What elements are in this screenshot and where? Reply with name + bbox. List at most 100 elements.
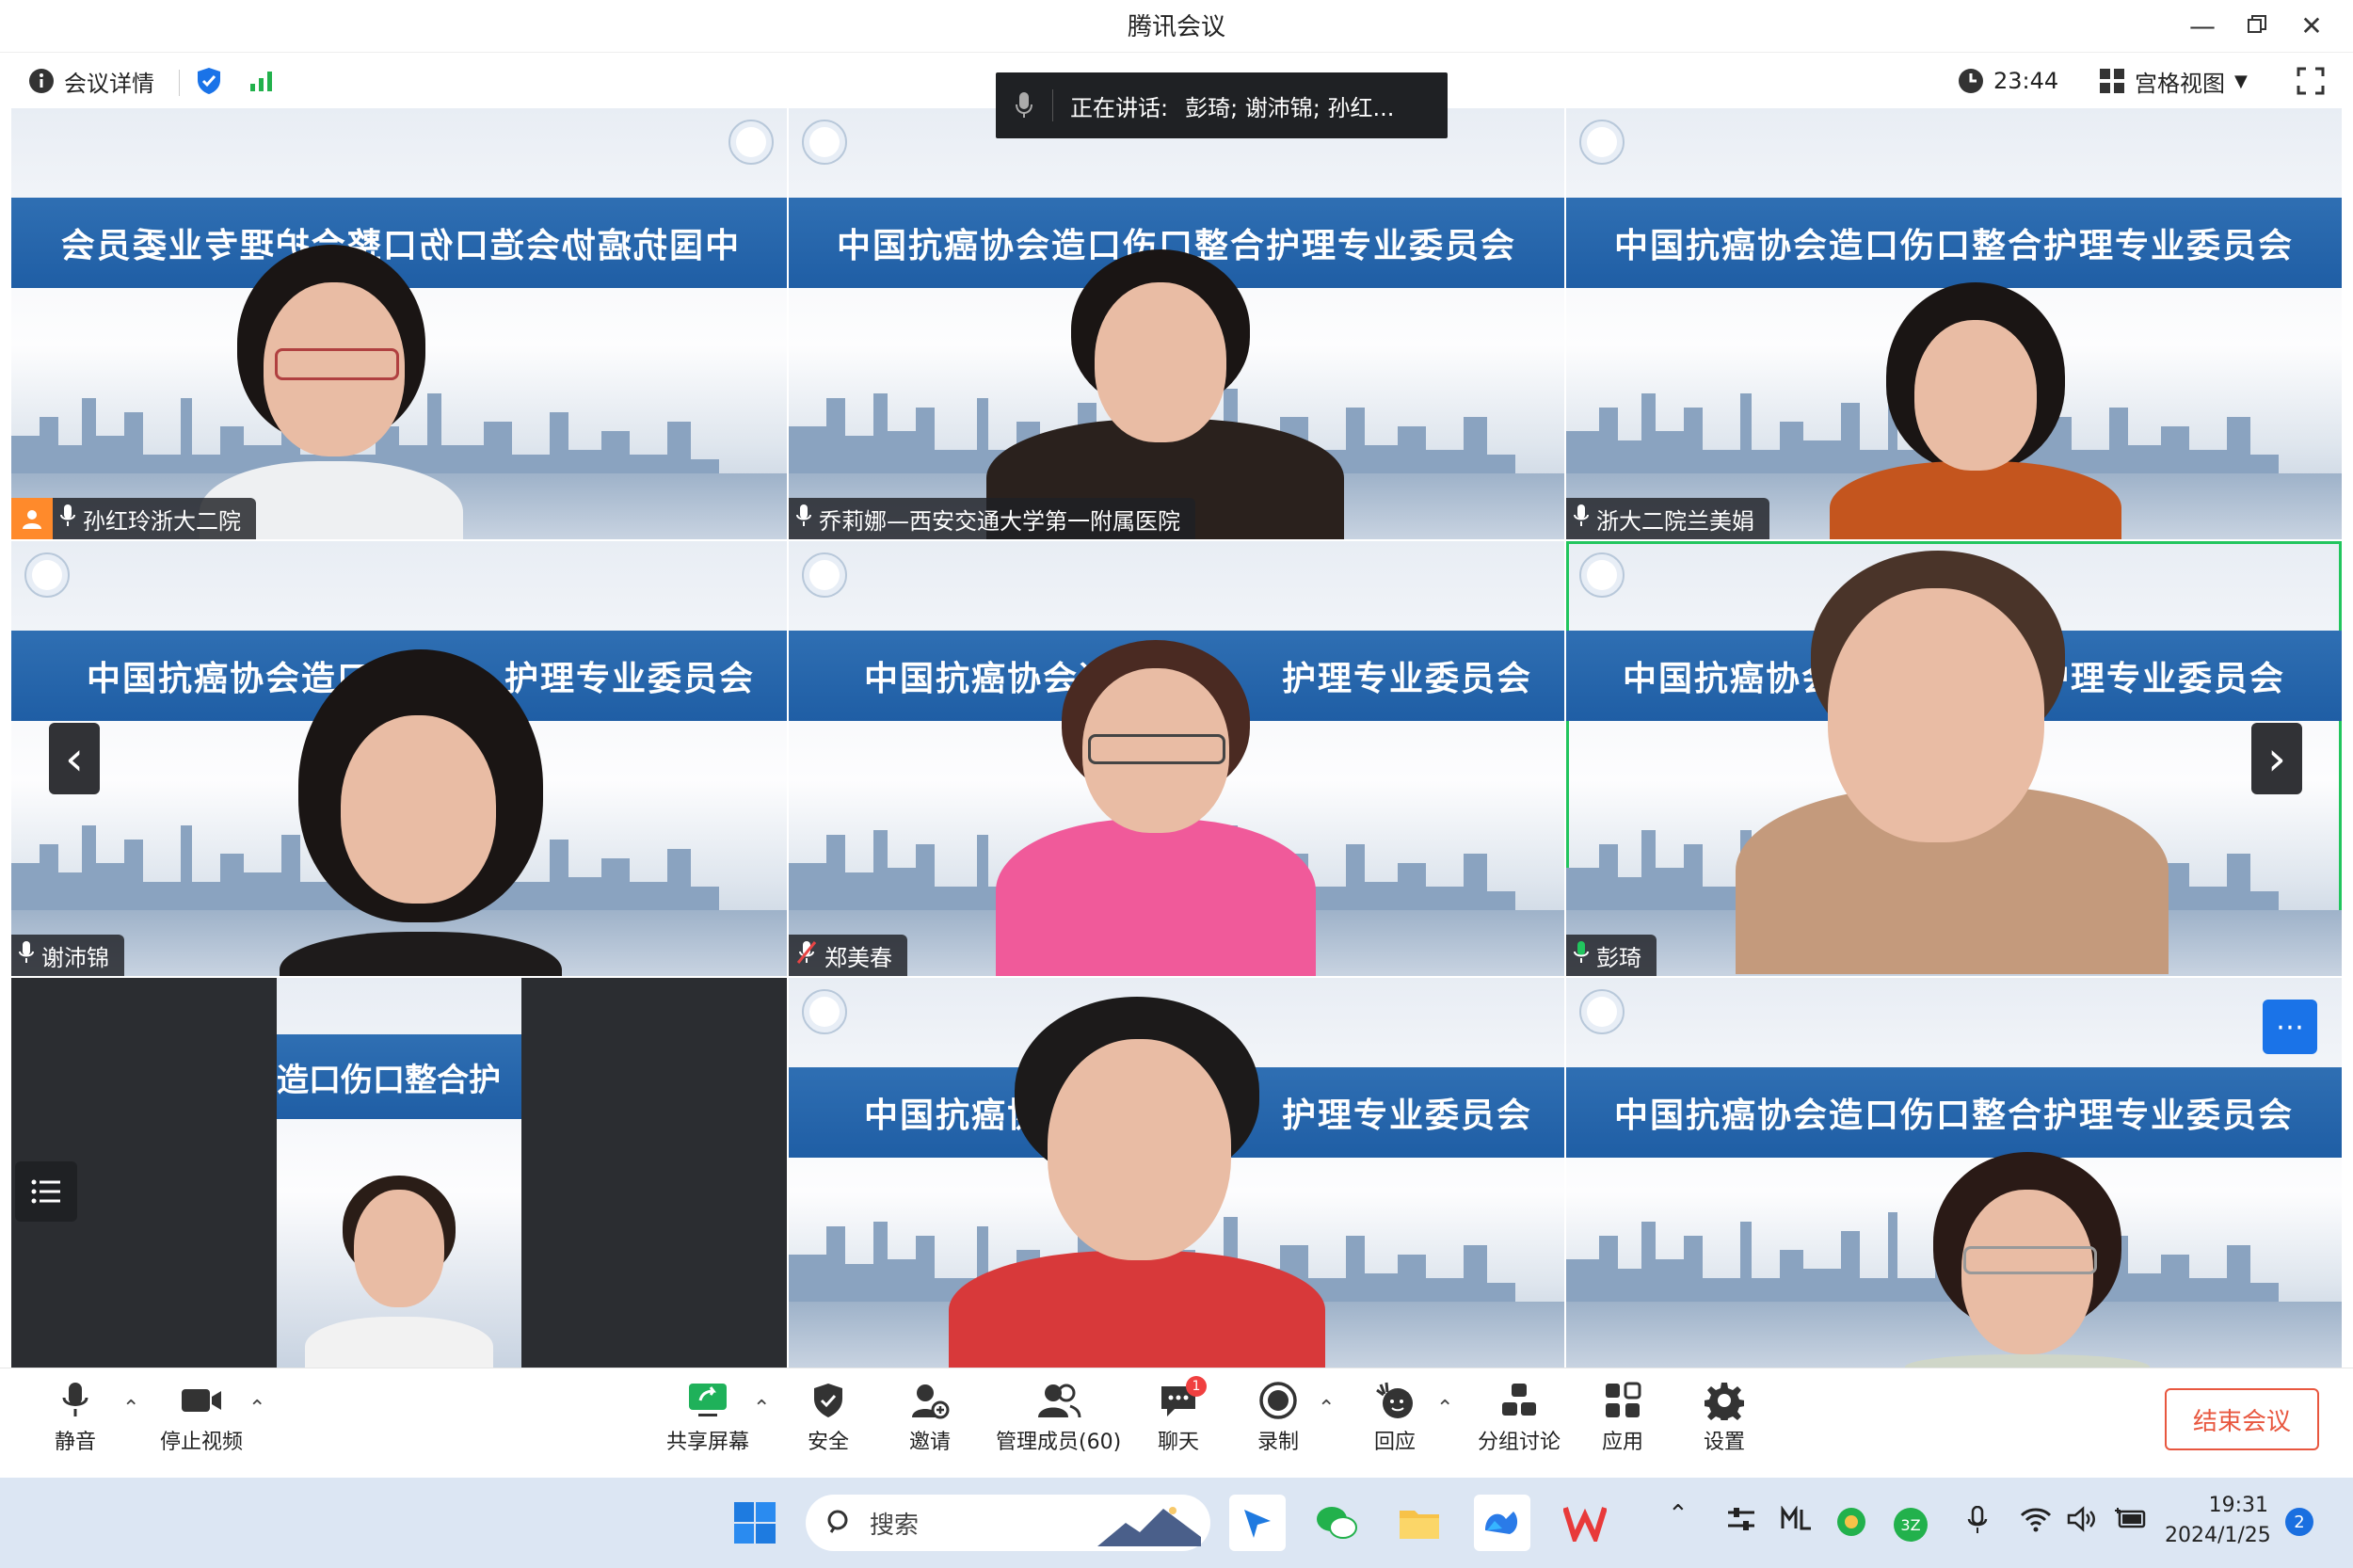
manage-members-button[interactable]: 管理成员(60) xyxy=(996,1376,1121,1455)
security-app-icon[interactable] xyxy=(1835,1506,1867,1544)
video-tile[interactable]: 中国抗癌协会造口 护理专业委员会 郑美春 xyxy=(789,541,1564,976)
association-logo xyxy=(802,120,847,165)
folder-icon[interactable] xyxy=(1391,1495,1448,1551)
title-bar: 腾讯会议 — ✕ xyxy=(0,0,2353,52)
app-tray-icon[interactable]: 3Z xyxy=(1892,1506,1929,1550)
settings-button[interactable]: 设置 xyxy=(1704,1376,1745,1455)
next-page-button[interactable]: › xyxy=(2251,723,2302,794)
speaking-prefix: 正在讲话: xyxy=(1070,94,1169,121)
chat-button[interactable]: 1 聊天 xyxy=(1158,1376,1207,1455)
chevron-up-icon[interactable]: ⌃ xyxy=(753,1397,770,1420)
fullscreen-icon[interactable] xyxy=(2297,64,2325,98)
battery-icon[interactable] xyxy=(2114,1506,2148,1537)
gear-icon xyxy=(1705,1376,1744,1425)
record-label: 录制 xyxy=(1257,1431,1300,1454)
association-logo xyxy=(1579,989,1625,1034)
view-switch-button[interactable]: 宫格视图 ▼ xyxy=(2099,64,2248,98)
apps-icon xyxy=(1604,1376,1641,1425)
video-tile[interactable]: 造口伤口整合护 xyxy=(11,978,787,1368)
chevron-up-icon[interactable]: ⌃ xyxy=(1318,1397,1335,1420)
video-tile[interactable]: 中国抗癌协会造口伤口整合护理专业委员会 乔莉娜—西安交通大学第一附属医院 xyxy=(789,108,1564,539)
notification-badge[interactable]: 2 xyxy=(2285,1508,2313,1536)
close-icon[interactable]: ✕ xyxy=(2293,8,2330,45)
timer-text: 23:44 xyxy=(1993,68,2059,94)
wps-icon[interactable] xyxy=(1557,1495,1613,1551)
wifi-icon[interactable] xyxy=(2020,1506,2052,1539)
apps-button[interactable]: 应用 xyxy=(1602,1376,1643,1455)
chevron-up-icon[interactable]: ⌃ xyxy=(1436,1397,1453,1420)
security-button[interactable]: 安全 xyxy=(808,1376,849,1455)
video-tile[interactable]: 中国抗癌协会造口伤口整合护理专业委员会 孙红玲浙大二院 xyxy=(11,108,787,539)
list-icon xyxy=(31,1179,60,1204)
settings-label: 设置 xyxy=(1704,1431,1746,1454)
window-title: 腾讯会议 xyxy=(1127,13,1225,41)
react-label: 回应 xyxy=(1374,1431,1417,1454)
microphone-icon xyxy=(61,1376,89,1425)
system-clock[interactable]: 19:31 2024/1/25 xyxy=(2165,1491,2271,1551)
participant-name: 郑美春 xyxy=(824,944,892,971)
video-tile[interactable]: 中国抗癌协会造口 护理专业委员会 xyxy=(789,978,1564,1368)
video-tile-active-speaker[interactable]: 中国抗癌协会造口 护理专业委员会 彭琦 xyxy=(1566,541,2342,976)
microphone-icon xyxy=(996,91,1052,120)
reaction-icon xyxy=(1375,1376,1415,1425)
shield-icon xyxy=(812,1376,844,1425)
chevron-up-icon[interactable]: ⌃ xyxy=(1668,1500,1689,1528)
sliders-icon[interactable] xyxy=(1726,1506,1756,1539)
end-meeting-button[interactable]: 结束会议 xyxy=(2165,1388,2319,1450)
microphone-icon[interactable] xyxy=(1967,1505,1988,1543)
video-grid: 中国抗癌协会造口伤口整合护理专业委员会 孙红玲浙大二院 中国抗癌协会造口伤口整合… xyxy=(11,108,2342,1368)
mute-button[interactable]: 静音 xyxy=(55,1376,96,1455)
input-method-icon[interactable] xyxy=(1781,1505,1813,1537)
association-logo xyxy=(1579,120,1625,165)
banner: 中国抗癌协会造口伤口整合护理专业委员会 xyxy=(1566,1067,2342,1158)
participant-nametag: 彭琦 xyxy=(1566,935,1657,976)
minimize-icon[interactable]: — xyxy=(2184,8,2221,45)
stop-video-button[interactable]: 停止视频 xyxy=(160,1376,243,1455)
chat-label: 聊天 xyxy=(1158,1431,1200,1454)
search-placeholder: 搜索 xyxy=(870,1511,920,1540)
previous-page-button[interactable]: ‹ xyxy=(49,723,100,794)
breakout-icon xyxy=(1500,1376,1538,1425)
chevron-down-icon: ▼ xyxy=(2234,71,2248,91)
participant-name: 彭琦 xyxy=(1596,944,1641,971)
participant-name: 乔莉娜—西安交通大学第一附属医院 xyxy=(819,507,1180,535)
feishu-icon[interactable] xyxy=(1229,1495,1286,1551)
os-taskbar: 搜索 ⌃ 3Z 19:31 2024/1/25 2 xyxy=(0,1478,2353,1568)
speaking-indicator: 正在讲话: 彭琦; 谢沛锦; 孙红... xyxy=(996,72,1448,138)
chevron-up-icon[interactable]: ⌃ xyxy=(248,1397,265,1420)
more-options-button[interactable]: ⋯ xyxy=(2263,1000,2317,1054)
shield-icon[interactable] xyxy=(196,64,222,98)
react-button[interactable]: 回应 xyxy=(1374,1376,1416,1455)
record-button[interactable]: 录制 xyxy=(1257,1376,1299,1455)
signal-icon[interactable] xyxy=(248,64,275,98)
meeting-details-button[interactable]: 会议详情 xyxy=(28,64,154,98)
share-screen-button[interactable]: 共享屏幕 xyxy=(666,1376,749,1455)
host-icon xyxy=(11,498,53,539)
association-logo xyxy=(728,120,774,165)
grid-view-icon xyxy=(2100,69,2124,93)
participant-name: 浙大二院兰美娟 xyxy=(1596,507,1754,535)
video-tile[interactable]: 中国抗癌协会造口伤口整合护理专业委员会 xyxy=(1566,978,2342,1368)
video-tile[interactable]: 中国抗癌协会造口 护理专业委员会 谢沛锦 xyxy=(11,541,787,976)
taskbar-search[interactable]: 搜索 xyxy=(806,1495,1210,1551)
video-tile[interactable]: 中国抗癌协会造口伤口整合护理专业委员会 浙大二院兰美娟 xyxy=(1566,108,2342,539)
speaker-icon[interactable] xyxy=(2067,1506,2097,1539)
participant-name: 谢沛锦 xyxy=(41,944,109,971)
wechat-icon[interactable] xyxy=(1308,1495,1365,1551)
share-screen-label: 共享屏幕 xyxy=(666,1431,750,1454)
participant-list-toggle[interactable] xyxy=(15,1161,77,1222)
windows-start-icon[interactable] xyxy=(727,1495,783,1551)
divider xyxy=(179,70,180,96)
tencent-meeting-icon[interactable] xyxy=(1474,1495,1530,1551)
members-icon xyxy=(1036,1376,1081,1425)
association-logo xyxy=(802,552,847,598)
chevron-up-icon[interactable]: ⌃ xyxy=(122,1397,139,1420)
chevron-right-icon: › xyxy=(2267,731,2286,786)
invite-button[interactable]: 邀请 xyxy=(909,1376,951,1455)
muted-microphone-icon xyxy=(796,940,817,970)
banner: 中国抗癌协会造口伤口整合护理专业委员会 xyxy=(1566,198,2342,288)
restore-icon[interactable] xyxy=(2238,8,2276,45)
breakout-rooms-button[interactable]: 分组讨论 xyxy=(1478,1376,1561,1455)
search-icon xyxy=(827,1510,848,1533)
association-logo xyxy=(1579,552,1625,598)
